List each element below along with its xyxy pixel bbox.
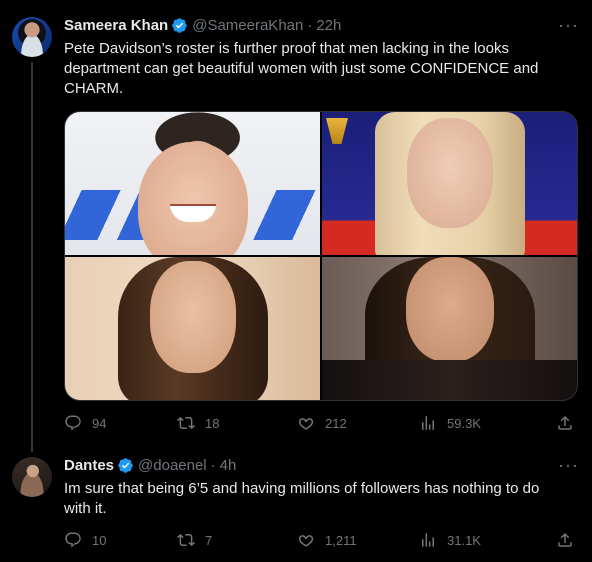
display-name[interactable]: Dantes bbox=[64, 457, 114, 474]
views-button[interactable]: 31.1K bbox=[419, 530, 481, 550]
views-chart-icon bbox=[422, 533, 434, 547]
avatar[interactable] bbox=[12, 457, 52, 497]
separator-dot: · bbox=[210, 456, 216, 474]
share-button[interactable] bbox=[556, 530, 574, 550]
share-icon bbox=[558, 532, 572, 547]
heart-icon bbox=[298, 535, 314, 547]
action-bar: 10 7 1,211 31.1K bbox=[64, 530, 578, 550]
verified-badge-icon bbox=[118, 457, 133, 473]
tweet-text-line: with it. bbox=[64, 500, 107, 517]
reply-icon bbox=[65, 532, 81, 548]
views-count: 31.1K bbox=[447, 532, 481, 548]
tweet-header: Dantes @doaenel · 4h bbox=[64, 455, 236, 475]
timestamp[interactable]: 4h bbox=[220, 457, 237, 474]
like-button[interactable]: 1,211 bbox=[297, 530, 357, 550]
reply-button[interactable]: 10 bbox=[64, 530, 106, 550]
user-handle[interactable]: @doaenel bbox=[138, 457, 207, 474]
tweet-dantes[interactable]: Dantes @doaenel · 4h ··· Im sure that be… bbox=[0, 0, 592, 562]
retweet-icon bbox=[177, 533, 195, 547]
tweet-text: Im sure that being 6’5 and having millio… bbox=[64, 479, 564, 519]
more-options-icon[interactable]: ··· bbox=[558, 456, 578, 476]
tweet-text-line: Im sure that being 6’5 and having millio… bbox=[64, 480, 540, 497]
like-count: 1,211 bbox=[325, 532, 357, 548]
retweet-button[interactable]: 7 bbox=[177, 530, 212, 550]
reply-count: 10 bbox=[92, 532, 107, 548]
retweet-count: 7 bbox=[205, 532, 213, 548]
